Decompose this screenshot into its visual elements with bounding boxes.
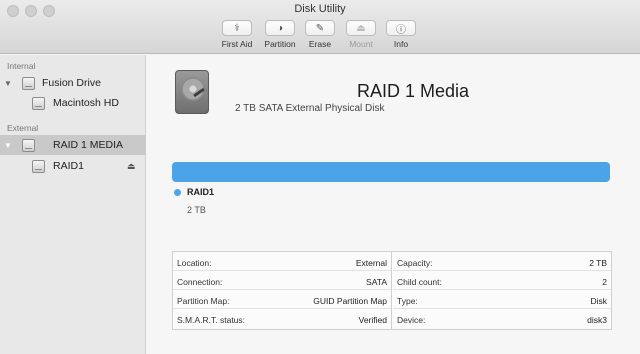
window-title: Disk Utility [294, 3, 346, 15]
legend-color-dot [174, 189, 181, 196]
info-button[interactable]: ⓘ Info [378, 20, 424, 49]
partition-icon: ◑ [276, 22, 284, 34]
erase-label: Erase [308, 39, 332, 49]
volume-icon [32, 159, 45, 173]
mount-icon: ⏏ [356, 22, 366, 34]
sidebar-item-label: RAID1 [53, 160, 84, 172]
sidebar: Internal ▼ Fusion Drive Macintosh HD Ext… [0, 55, 146, 354]
info-value: disk3 [587, 315, 607, 325]
info-row-connection: Connection: SATA [173, 271, 391, 290]
external-section-header: External [7, 123, 39, 133]
disk-icon [22, 76, 35, 90]
first-aid-button[interactable]: ⚕ First Aid [214, 20, 260, 49]
info-column-right: Capacity: 2 TB Child count: 2 Type: Disk… [393, 252, 611, 329]
info-value: SATA [366, 277, 387, 287]
info-row-type: Type: Disk [393, 290, 611, 309]
sidebar-item-raid1[interactable]: RAID1 ⏏ [0, 156, 146, 176]
disk-icon [22, 138, 35, 152]
sidebar-item-fusion-drive[interactable]: ▼ Fusion Drive [0, 73, 146, 93]
sidebar-item-label: RAID 1 MEDIA [53, 139, 124, 151]
info-label: Info [393, 39, 409, 49]
info-key: Type: [397, 296, 418, 306]
disk-utility-window: Disk Utility ⚕ First Aid ◑ Partition ✎ E… [0, 0, 640, 354]
info-column-left: Location: External Connection: SATA Part… [173, 252, 392, 329]
volume-legend-size: 2 TB [187, 205, 206, 215]
first-aid-label: First Aid [221, 39, 253, 49]
info-value: External [355, 258, 387, 268]
erase-button[interactable]: ✎ Erase [297, 20, 343, 49]
info-key: Connection: [177, 277, 223, 287]
hard-disk-icon [175, 70, 209, 114]
info-key: Capacity: [397, 258, 433, 268]
info-row-capacity: Capacity: 2 TB [393, 252, 611, 271]
volume-legend-name: RAID1 [187, 187, 215, 197]
info-key: Partition Map: [177, 296, 230, 306]
stethoscope-icon: ⚕ [234, 22, 240, 34]
info-key: Device: [397, 315, 426, 325]
info-key: Child count: [397, 277, 442, 287]
info-row-partition-map: Partition Map: GUID Partition Map [173, 290, 391, 309]
disclosure-triangle-icon[interactable]: ▼ [4, 141, 12, 150]
titlebar: Disk Utility ⚕ First Aid ◑ Partition ✎ E… [0, 0, 640, 54]
disk-detail-pane: RAID 1 Media 2 TB SATA External Physical… [147, 55, 640, 354]
disk-title: RAID 1 Media [357, 81, 470, 101]
volume-icon [32, 96, 45, 110]
disk-info-table: Location: External Connection: SATA Part… [172, 251, 612, 330]
info-value: Disk [590, 296, 607, 306]
info-row-location: Location: External [173, 252, 391, 271]
eject-icon[interactable]: ⏏ [127, 161, 136, 172]
info-value: 2 TB [589, 258, 607, 268]
info-value: Verified [358, 315, 387, 325]
info-key: Location: [177, 258, 212, 268]
disk-description: 2 TB SATA External Physical Disk [235, 103, 385, 114]
sidebar-item-label: Macintosh HD [53, 97, 119, 109]
info-row-device: Device: disk3 [393, 309, 611, 328]
sidebar-item-raid-1-media[interactable]: ▼ RAID 1 MEDIA [0, 135, 146, 155]
partition-usage-bar [172, 162, 610, 182]
sidebar-item-label: Fusion Drive [42, 77, 101, 89]
erase-icon: ✎ [315, 22, 325, 34]
internal-section-header: Internal [7, 61, 36, 71]
disclosure-triangle-icon[interactable]: ▼ [4, 79, 12, 88]
info-icon: ⓘ [396, 24, 406, 36]
sidebar-item-macintosh-hd[interactable]: Macintosh HD [0, 93, 146, 113]
info-key: S.M.A.R.T. status: [177, 315, 246, 325]
info-value: 2 [602, 277, 607, 287]
info-row-child-count: Child count: 2 [393, 271, 611, 290]
info-value: GUID Partition Map [313, 296, 387, 306]
info-row-smart-status: S.M.A.R.T. status: Verified [173, 309, 391, 328]
